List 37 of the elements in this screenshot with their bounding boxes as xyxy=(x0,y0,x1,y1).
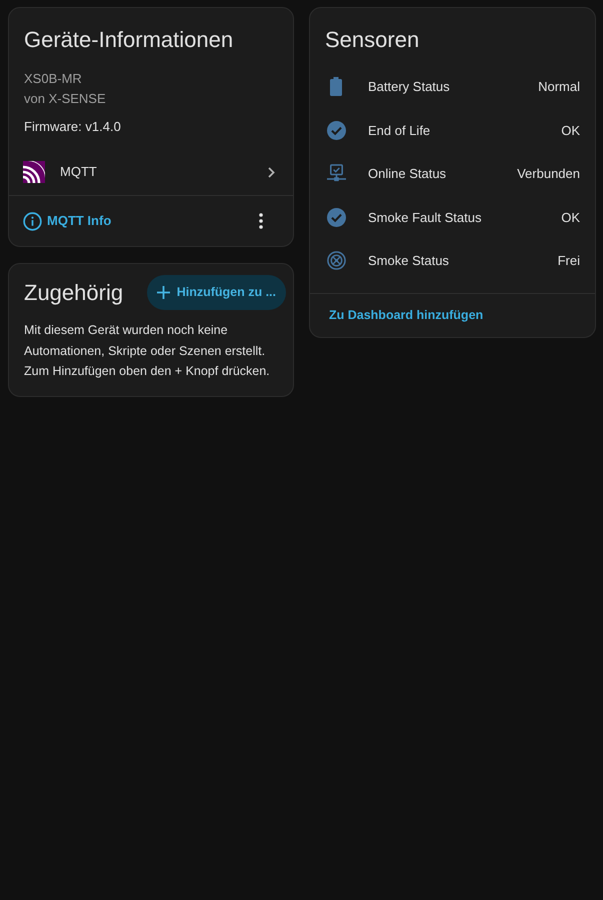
chevron-right-icon xyxy=(268,166,275,178)
sensor-name: End of Life xyxy=(368,122,432,140)
monitor-network-icon xyxy=(326,164,346,184)
sensor-row[interactable]: End of Life OK xyxy=(310,108,595,152)
sensor-row[interactable]: Battery Status Normal xyxy=(310,65,595,108)
card-title: Zugehörig xyxy=(24,278,124,306)
sensor-row[interactable]: Smoke Fault Status OK xyxy=(310,196,595,239)
firmware-text: Firmware: v1.4.0 xyxy=(24,118,122,136)
sensor-state: OK xyxy=(561,208,580,226)
more-options-icon[interactable] xyxy=(259,213,263,229)
check-circle-icon xyxy=(326,208,346,227)
sensor-state: OK xyxy=(561,122,580,140)
manufacturer-text: von X-SENSE xyxy=(24,90,107,108)
integration-label: MQTT xyxy=(60,163,98,182)
plus-icon xyxy=(156,286,170,299)
add-to-button[interactable]: Hinzufügen zu ... xyxy=(146,275,286,310)
integration-row[interactable]: MQTT xyxy=(9,149,293,195)
sensor-state: Verbunden xyxy=(517,165,580,183)
sensor-state: Frei xyxy=(558,252,580,270)
battery-icon xyxy=(330,77,342,96)
mqtt-info-link[interactable]: MQTT Info xyxy=(23,211,112,231)
info-icon xyxy=(23,212,42,230)
empty-state-message: Mit diesem Gerät wurden noch keine Automationen, Skripte oder Szenen erstellt. Zum Hinzufügen oben den + Knopf drücken. xyxy=(23,322,271,380)
card-title: Geräte-Informationen xyxy=(24,26,234,54)
smoke-detector-icon xyxy=(326,251,346,270)
add-to-dashboard-link[interactable]: Zu Dashboard hinzufügen xyxy=(329,306,484,324)
check-circle-icon xyxy=(326,120,346,140)
sensor-name: Smoke Status xyxy=(368,252,450,270)
sensor-name: Battery Status xyxy=(368,78,451,96)
mqtt-logo-icon xyxy=(23,161,45,183)
card-title: Sensoren xyxy=(325,26,420,54)
sensor-state: Normal xyxy=(538,78,580,96)
sensor-row[interactable]: Smoke Status Frei xyxy=(310,239,595,282)
sensor-row[interactable]: Online Status Verbunden xyxy=(310,152,595,196)
sensor-name: Smoke Fault Status xyxy=(368,208,482,226)
sensor-name: Online Status xyxy=(368,165,448,183)
device-model: XS0B-MR xyxy=(24,70,83,88)
